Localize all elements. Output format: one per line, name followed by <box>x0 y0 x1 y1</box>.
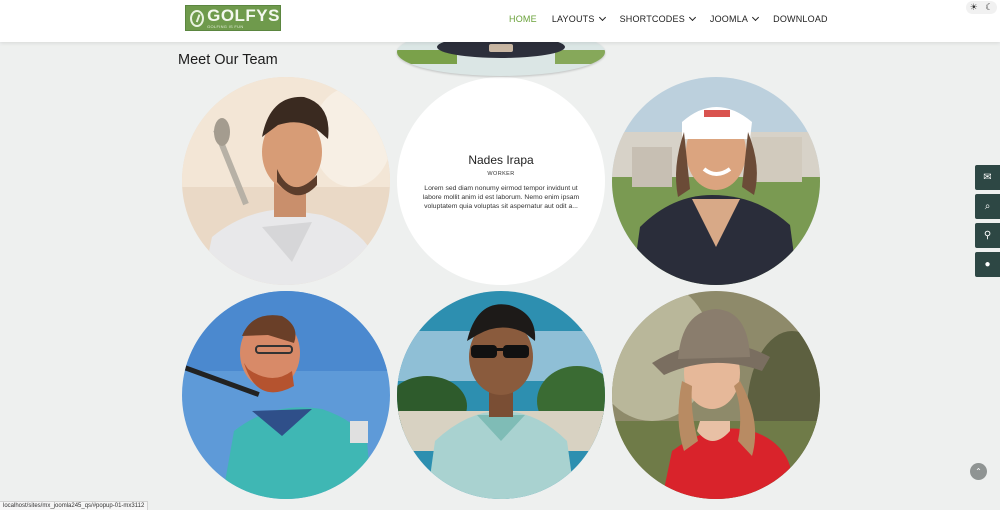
envelope-icon[interactable]: ✉ <box>975 165 1000 190</box>
chevron-down-icon <box>598 13 606 22</box>
team-member-photo-bearded-man[interactable] <box>182 291 390 499</box>
chat-icon[interactable]: ● <box>975 252 1000 277</box>
section-title: Meet Our Team <box>178 52 278 68</box>
chevron-down-icon <box>752 13 760 22</box>
theme-toggle[interactable]: ☀ ☾ <box>966 1 997 14</box>
golfys-logo[interactable]: GOLFYS GOLFING IS FUN <box>185 5 281 31</box>
member-name: Nades Irapa <box>468 153 534 167</box>
moon-icon[interactable]: ☾ <box>985 2 993 13</box>
search-icon[interactable]: ⌕ <box>975 194 1000 219</box>
browser-status-url: localhost/sites/mx_joomla245_qs/#popup-0… <box>0 501 149 510</box>
main-nav: HOME LAYOUTS SHORTCODES JOOMLA DOWNLOAD <box>509 13 843 24</box>
side-toolbar: ✉ ⌕ ⚲ ● <box>975 165 1000 281</box>
sun-icon[interactable]: ☀ <box>970 2 978 13</box>
team-member-photo-woman-visor[interactable] <box>612 77 820 285</box>
team-member-photo-man-golf-club[interactable] <box>182 77 390 285</box>
nav-item-layouts[interactable]: LAYOUTS <box>552 13 606 24</box>
man-with-golf-club-image <box>182 77 390 285</box>
golf-ball-icon <box>190 9 205 27</box>
logo-word: GOLFYS <box>207 6 280 25</box>
site-header: GOLFYS GOLFING IS FUN HOME LAYOUTS SHORT… <box>0 0 1000 42</box>
woman-with-bucket-hat-image <box>612 291 820 499</box>
chevron-down-icon <box>688 13 696 22</box>
man-with-sunglasses-image <box>397 291 605 499</box>
bearded-man-swinging-image <box>182 291 390 499</box>
chevron-up-icon: ⌃ <box>975 467 982 476</box>
logo-tagline: GOLFING IS FUN <box>207 24 244 29</box>
map-pin-icon[interactable]: ⚲ <box>975 223 1000 248</box>
back-to-top-button[interactable]: ⌃ <box>970 463 987 480</box>
team-member-card[interactable]: Nades Irapa WORKER Lorem sed diam nonumy… <box>397 77 605 285</box>
nav-item-shortcodes[interactable]: SHORTCODES <box>620 13 696 24</box>
nav-item-joomla[interactable]: JOOMLA <box>710 13 760 24</box>
member-bio: Lorem sed diam nonumy eirmod tempor invi… <box>422 185 580 210</box>
team-member-photo-man-sunglasses[interactable] <box>397 291 605 499</box>
woman-with-visor-image <box>612 77 820 285</box>
nav-item-download[interactable]: DOWNLOAD <box>773 14 828 24</box>
team-member-photo-woman-bucket-hat[interactable] <box>612 291 820 499</box>
nav-item-home[interactable]: HOME <box>509 14 537 24</box>
member-role: WORKER <box>487 171 515 177</box>
